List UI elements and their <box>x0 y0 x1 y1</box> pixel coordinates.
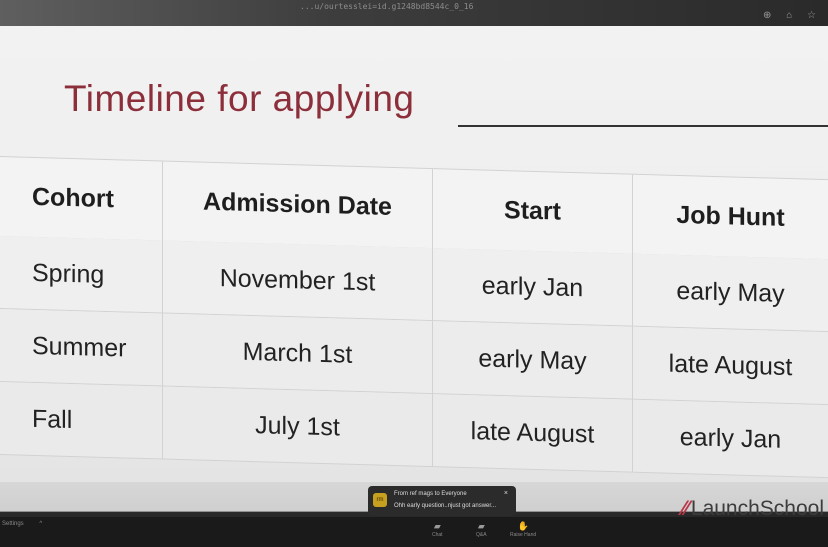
qa-icon: ▰ <box>477 521 485 531</box>
close-icon[interactable]: × <box>504 490 508 497</box>
cell-cohort: Fall <box>0 382 163 460</box>
qa-label: Q&A <box>476 532 487 538</box>
chat-label: Chat <box>432 532 443 538</box>
settings-label: Settings <box>2 521 24 527</box>
cell-start: early Jan <box>433 248 633 327</box>
raise-hand-label: Raise Hand <box>510 532 537 538</box>
chat-message: Ohh early question..njust got answer... <box>394 503 497 509</box>
slide: Timeline for applying Cohort Admission D… <box>0 26 828 482</box>
browser-strip: ...u/ourtesslei=id.g1248bd8544c_0_16 ⊕ ⌂… <box>0 0 828 28</box>
cell-start: late August <box>433 394 633 473</box>
meeting-toolbar: Settings ^ ▰ Chat ▰ Q&A ✋ Raise Hand <box>0 517 828 547</box>
chat-sender: From ref mags to Everyone <box>394 491 467 497</box>
raise-hand-button[interactable]: ✋ Raise Hand <box>510 521 536 538</box>
chevron-up-icon: ^ <box>39 521 43 527</box>
cell-start: early May <box>433 321 633 400</box>
cell-job-hunt: early May <box>633 253 828 333</box>
timeline-table: Cohort Admission Date Start Job Hunt Spr… <box>0 156 828 479</box>
screen: ...u/ourtesslei=id.g1248bd8544c_0_16 ⊕ ⌂… <box>0 0 828 547</box>
avatar: rm <box>373 493 387 507</box>
cell-cohort: Spring <box>0 236 163 314</box>
qa-button[interactable]: ▰ Q&A <box>476 521 487 538</box>
header-start: Start <box>433 169 633 255</box>
chat-notification[interactable]: rm From ref mags to Everyone Ohh early q… <box>368 486 516 516</box>
cell-job-hunt: late August <box>633 326 828 406</box>
cell-admission-date: November 1st <box>163 240 433 322</box>
chat-button[interactable]: ▰ Chat <box>432 521 443 538</box>
hand-icon: ✋ <box>517 521 529 531</box>
settings-button[interactable]: Settings ^ <box>2 521 42 527</box>
cell-cohort: Summer <box>0 309 163 387</box>
cell-admission-date: July 1st <box>163 386 433 468</box>
header-admission-date: Admission Date <box>163 161 433 250</box>
slide-title: Timeline for applying <box>64 78 415 119</box>
header-job-hunt: Job Hunt <box>633 174 828 261</box>
chat-icon: ▰ <box>433 521 441 531</box>
cell-job-hunt: early Jan <box>633 399 828 479</box>
title-underline <box>458 125 828 127</box>
cell-admission-date: March 1st <box>163 313 433 395</box>
browser-icons[interactable]: ⊕ ⌂ ☆ <box>763 10 822 21</box>
url-bar[interactable]: ...u/ourtesslei=id.g1248bd8544c_0_16 <box>300 2 473 11</box>
header-cohort: Cohort <box>0 157 163 242</box>
